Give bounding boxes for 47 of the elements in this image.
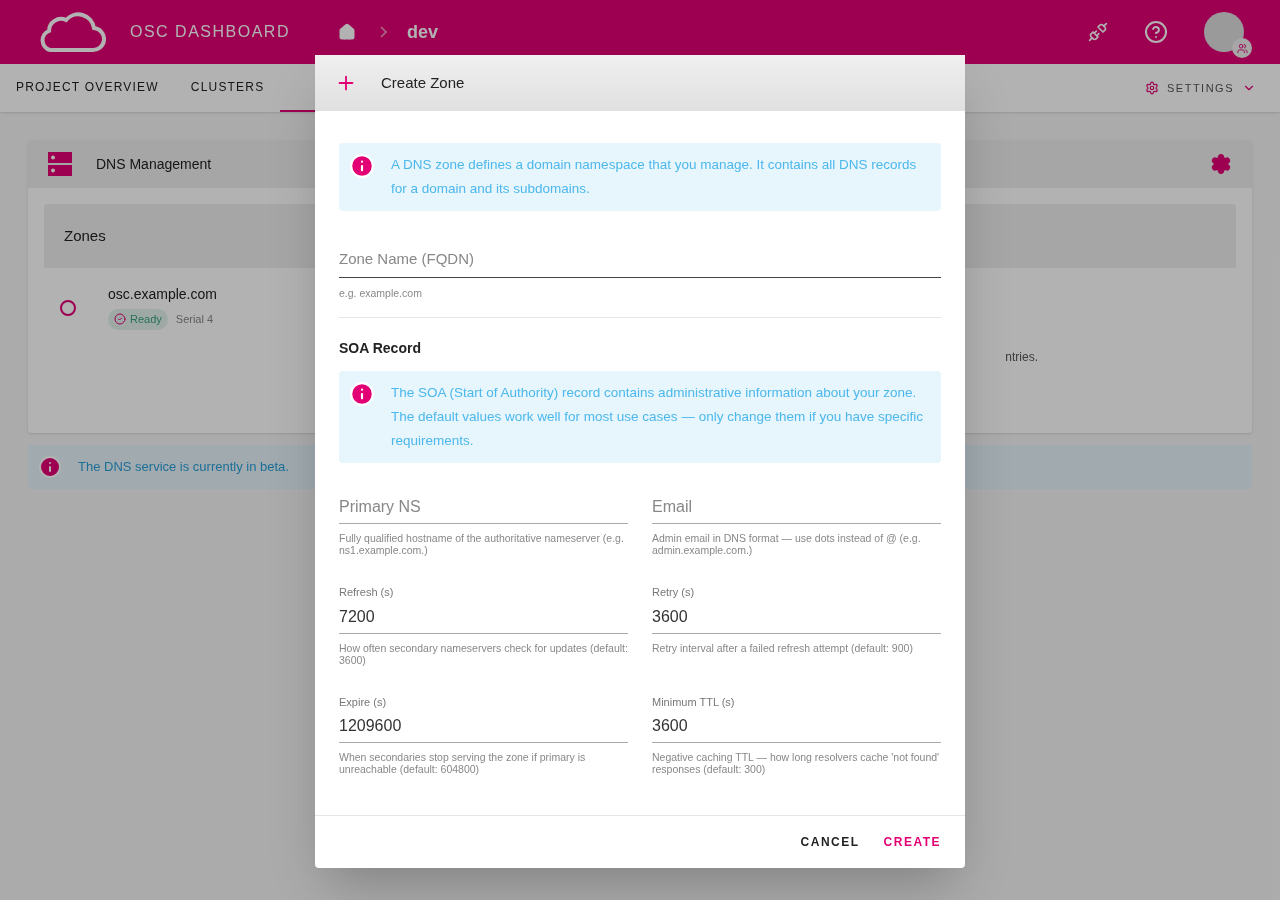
gear-icon [1145, 81, 1159, 95]
helper-text: Negative caching TTL — how long resolvers cache 'not found' responses (default: 300) [652, 751, 941, 776]
nav-tab[interactable]: CLUSTERS [174, 64, 281, 112]
zone-name: osc.example.com [108, 285, 217, 304]
info-banner: The SOA (Start of Authority) record contains administrative information about your zone. The default values work well for most use cases — only change them if you have specific requirements. [339, 371, 941, 464]
avatar[interactable] [1204, 12, 1244, 52]
cancel-button[interactable]: CANCEL [792, 825, 868, 860]
panel-title: DNS Management [96, 154, 212, 174]
input-field[interactable]: Primary NS [339, 495, 628, 525]
helper-text: When secondaries stop serving the zone if primary is unreachable (default: 604800) [339, 751, 587, 776]
nav-tab[interactable]: PROJECT OVERVIEW [0, 64, 175, 112]
settings-icon[interactable] [1210, 153, 1232, 175]
helper-text: Admin email in DNS format — use dots instead of @ (e.g. admin.example.com.) [652, 532, 922, 557]
helper-text: Retry interval after a failed refresh attempt (default: 900) [652, 641, 914, 654]
input-field[interactable]: 3600 [652, 714, 941, 744]
field-label: Minimum TTL (s) [652, 694, 735, 710]
home-icon[interactable] [337, 23, 356, 41]
app-title: OSC DASHBOARD [130, 22, 290, 42]
server-icon [48, 152, 72, 176]
check-icon [114, 313, 126, 326]
radio-button[interactable] [60, 300, 76, 316]
info-icon [38, 455, 62, 479]
help-icon[interactable] [1144, 20, 1168, 44]
dialog-title: Create Zone [381, 72, 465, 93]
helper-text: e.g. example.com [339, 285, 423, 301]
field-label: Retry (s) [652, 585, 695, 601]
settings-menu[interactable]: SETTINGS [1145, 64, 1256, 112]
create-button[interactable]: CREATE [875, 825, 949, 860]
input-field[interactable]: Zone Name (FQDN) [339, 248, 941, 278]
section-heading: SOA Record [339, 339, 422, 359]
empty-text: ntries. [1005, 349, 1038, 366]
info-banner: A DNS zone defines a domain namespace that you manage. It contains all DNS records for a domain and its subdomains. [339, 143, 941, 211]
beta-notice-text: The DNS service is currently in beta. [78, 458, 289, 477]
helper-text: How often secondary nameservers check for updates (default: 3600) [339, 641, 628, 666]
status-chip: Ready [108, 309, 168, 330]
account-switch-icon[interactable] [1232, 38, 1252, 58]
plug-icon[interactable] [1088, 22, 1108, 42]
helper-text: Fully qualified hostname of the authoritative nameserver (e.g. ns1.example.com.) [339, 532, 625, 557]
serial-text: Serial 4 [175, 312, 214, 327]
zones-title: Zones [64, 225, 106, 246]
input-field[interactable]: 1209600 [339, 714, 628, 744]
input-field[interactable]: 7200 [339, 604, 628, 634]
input-field[interactable]: 3600 [652, 604, 941, 634]
field-label: Refresh (s) [339, 585, 394, 601]
input-field[interactable]: Email [652, 495, 941, 525]
field-label: Expire (s) [339, 694, 387, 710]
breadcrumb-link[interactable]: dev [406, 18, 438, 46]
